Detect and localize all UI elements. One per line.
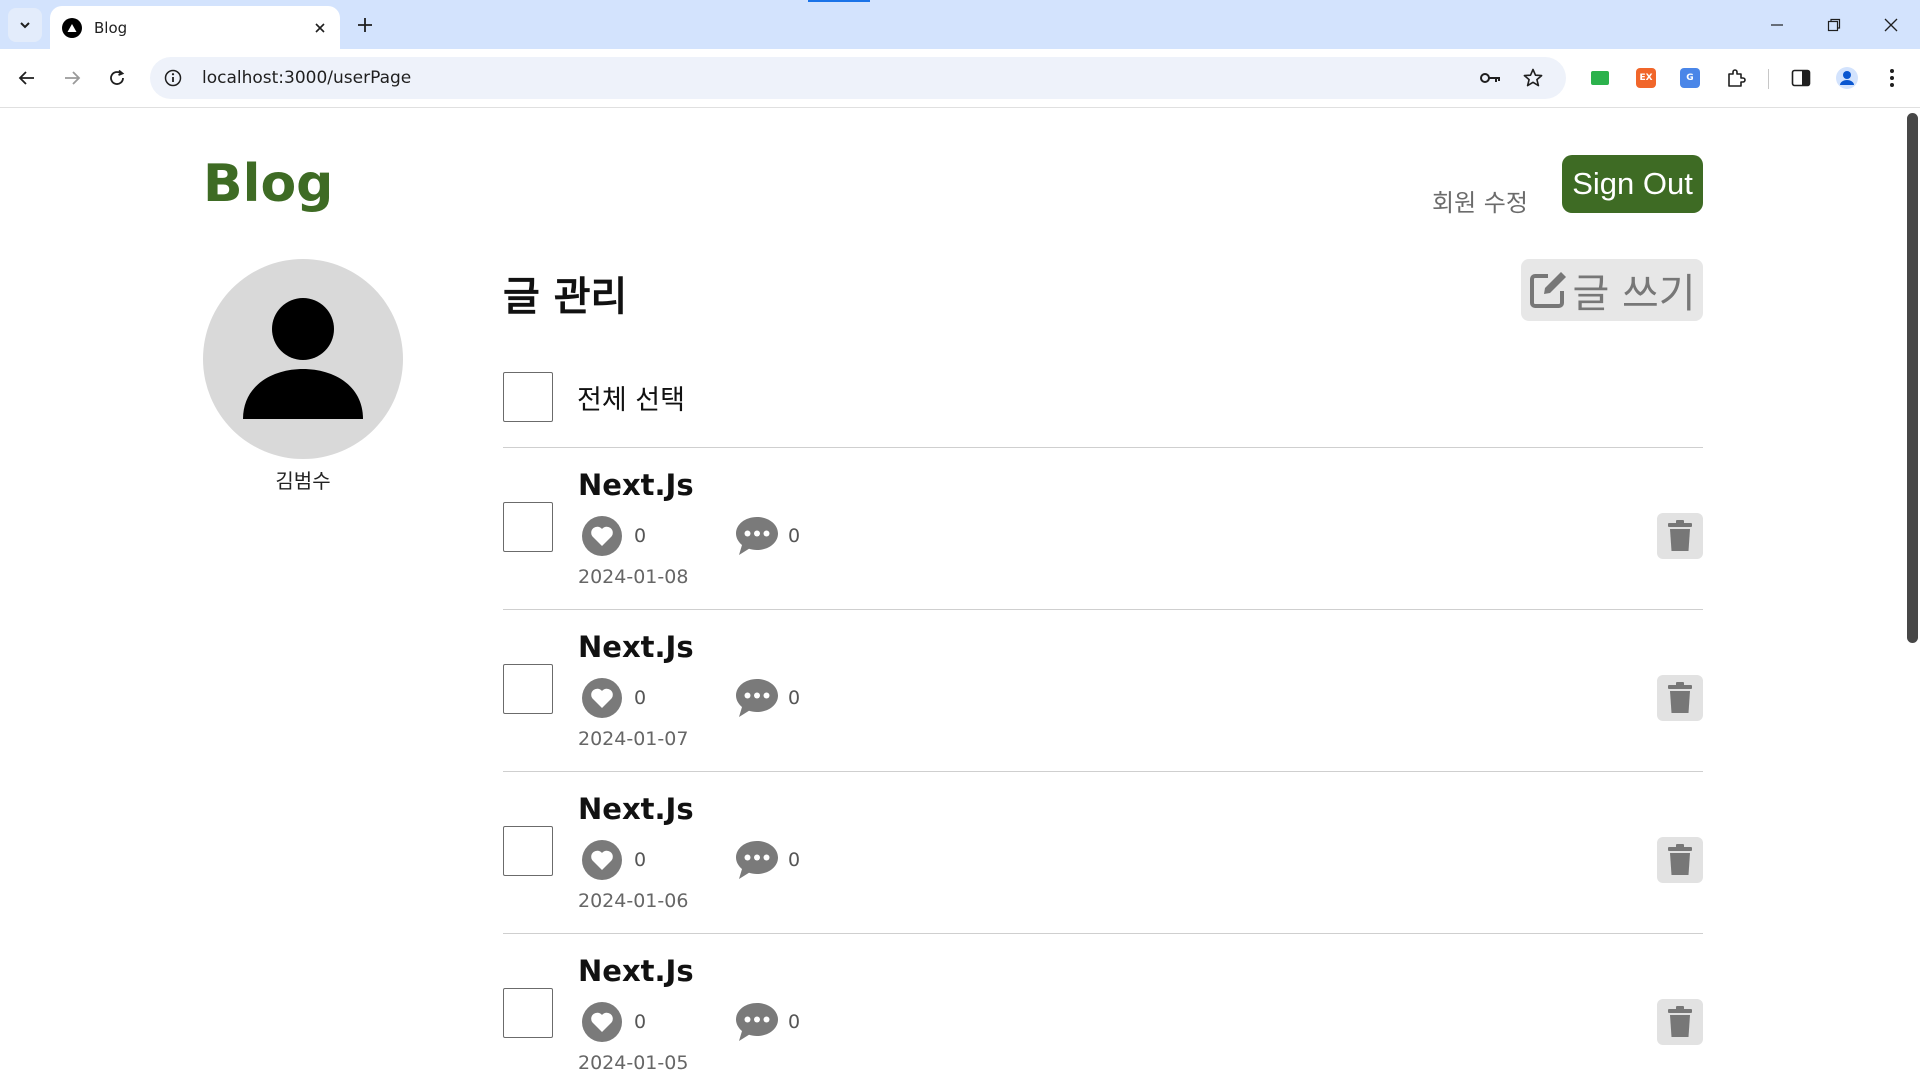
like-count: 0 — [634, 849, 647, 871]
extension-green-icon[interactable] — [1586, 64, 1614, 92]
toolbar-separator — [1768, 69, 1769, 89]
extension-orange-icon[interactable]: EX — [1632, 64, 1660, 92]
write-post-label: 글 쓰기 — [1572, 271, 1696, 317]
site-info-icon[interactable] — [158, 63, 188, 93]
side-panel-icon[interactable] — [1787, 64, 1815, 92]
post-row: Next.Js 0 0 2024-01-08 — [503, 448, 1703, 610]
heart-icon[interactable] — [582, 678, 622, 718]
edit-square-icon — [1530, 272, 1567, 308]
post-date: 2024-01-08 — [578, 566, 689, 588]
post-title[interactable]: Next.Js — [578, 630, 694, 664]
post-date: 2024-01-05 — [578, 1052, 689, 1074]
comment-bubble-icon[interactable] — [734, 1001, 780, 1043]
tab-search-button[interactable] — [8, 8, 42, 42]
post-title[interactable]: Next.Js — [578, 954, 694, 988]
delete-post-button[interactable] — [1657, 837, 1703, 883]
heart-icon[interactable] — [582, 516, 622, 556]
comment-bubble-icon[interactable] — [734, 677, 780, 719]
forward-button[interactable] — [55, 61, 89, 95]
browser-toolbar: localhost:3000/userPage EX G — [0, 49, 1920, 108]
comment-count: 0 — [788, 525, 801, 547]
post-title[interactable]: Next.Js — [578, 468, 694, 502]
trash-icon — [1668, 682, 1692, 713]
comment-bubble-icon[interactable] — [734, 839, 780, 881]
reload-button[interactable] — [100, 61, 134, 95]
kebab-menu-icon[interactable] — [1878, 64, 1906, 92]
post-checkbox[interactable] — [503, 664, 553, 714]
trash-icon — [1668, 520, 1692, 551]
bookmark-star-icon[interactable] — [1518, 63, 1548, 93]
extensions-puzzle-icon[interactable] — [1722, 64, 1750, 92]
post-date: 2024-01-06 — [578, 890, 689, 912]
back-button[interactable] — [10, 61, 44, 95]
tab-accent-line — [808, 0, 870, 2]
comment-count: 0 — [788, 849, 801, 871]
post-checkbox[interactable] — [503, 502, 553, 552]
like-count: 0 — [634, 687, 647, 709]
post-row: Next.Js 0 0 2024-01-05 — [503, 934, 1703, 1080]
page-title: 글 관리 — [503, 274, 628, 320]
select-all-row: 전체 선택 — [503, 372, 685, 422]
close-window-button[interactable] — [1862, 0, 1920, 49]
brand-logo[interactable]: Blog — [203, 154, 333, 214]
post-checkbox[interactable] — [503, 826, 553, 876]
arrow-right-icon — [65, 71, 81, 85]
new-tab-button[interactable] — [352, 12, 378, 38]
post-date: 2024-01-07 — [578, 728, 689, 750]
extension-translate-icon[interactable]: G — [1676, 64, 1704, 92]
user-silhouette-icon — [243, 298, 363, 419]
comment-count: 0 — [788, 1011, 801, 1033]
tab-title: Blog — [94, 18, 128, 37]
post-row: Next.Js 0 0 2024-01-07 — [503, 610, 1703, 772]
reload-icon — [110, 69, 125, 85]
sign-out-button[interactable]: Sign Out — [1562, 155, 1703, 213]
heart-icon[interactable] — [582, 1002, 622, 1042]
page-viewport: Blog 회원 수정 Sign Out 김범수 글 관리 글 쓰기 전체 선택 … — [0, 109, 1920, 1080]
heart-icon[interactable] — [582, 840, 622, 880]
close-tab-icon[interactable] — [310, 18, 330, 38]
restore-button[interactable] — [1805, 0, 1863, 49]
post-row: Next.Js 0 0 2024-01-06 — [503, 772, 1703, 934]
write-post-button[interactable]: 글 쓰기 — [1521, 259, 1703, 321]
nextjs-favicon-icon — [62, 17, 82, 38]
like-count: 0 — [634, 1011, 647, 1033]
post-checkbox[interactable] — [503, 988, 553, 1038]
delete-post-button[interactable] — [1657, 675, 1703, 721]
minimize-button[interactable] — [1748, 0, 1806, 49]
arrow-left-icon — [18, 71, 34, 85]
trash-icon — [1668, 1006, 1692, 1037]
like-count: 0 — [634, 525, 647, 547]
plus-icon — [358, 18, 372, 32]
post-title[interactable]: Next.Js — [578, 792, 694, 826]
select-all-label: 전체 선택 — [577, 384, 685, 416]
delete-post-button[interactable] — [1657, 999, 1703, 1045]
scrollbar-thumb[interactable] — [1907, 113, 1918, 643]
edit-profile-link[interactable]: 회원 수정 — [1432, 183, 1528, 218]
profile-avatar-icon[interactable] — [1833, 64, 1861, 92]
active-tab[interactable]: Blog — [50, 6, 340, 49]
scrollbar[interactable] — [1904, 109, 1920, 1080]
trash-icon — [1668, 844, 1692, 875]
delete-post-button[interactable] — [1657, 513, 1703, 559]
address-bar[interactable]: localhost:3000/userPage — [150, 57, 1566, 99]
tab-strip: Blog — [0, 0, 1920, 49]
comment-count: 0 — [788, 687, 801, 709]
select-all-checkbox[interactable] — [503, 372, 553, 422]
user-name: 김범수 — [275, 469, 331, 493]
key-icon[interactable] — [1476, 63, 1506, 93]
comment-bubble-icon[interactable] — [734, 515, 780, 557]
chevron-down-icon — [20, 22, 30, 29]
url-text[interactable]: localhost:3000/userPage — [202, 68, 1476, 88]
avatar — [203, 259, 403, 459]
